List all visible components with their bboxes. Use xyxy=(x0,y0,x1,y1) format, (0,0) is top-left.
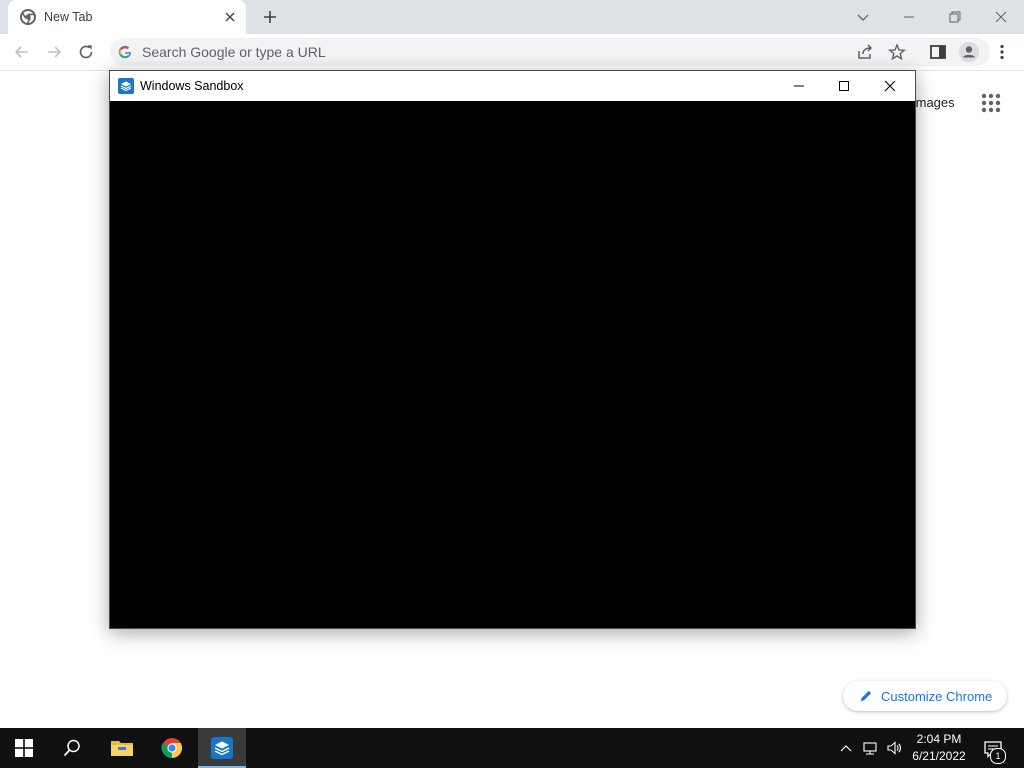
chrome-icon xyxy=(161,738,182,759)
images-link[interactable]: Images xyxy=(912,95,955,110)
file-explorer-icon xyxy=(111,741,133,756)
google-g-icon xyxy=(118,45,132,59)
windows-sandbox-icon xyxy=(118,78,134,94)
omnibox[interactable]: Search Google or type a URL xyxy=(110,38,990,66)
sandbox-content-area[interactable] xyxy=(110,101,915,628)
taskbar-chrome[interactable] xyxy=(148,728,196,768)
system-clock[interactable]: 2:04 PM 6/21/2022 xyxy=(906,731,972,765)
volume-icon[interactable] xyxy=(886,740,902,756)
tab-search-chevron-icon[interactable] xyxy=(852,6,874,28)
close-icon[interactable] xyxy=(879,75,901,97)
bookmark-star-icon[interactable] xyxy=(888,43,906,61)
taskbar-search-button[interactable] xyxy=(48,728,96,768)
pencil-icon xyxy=(859,689,873,703)
network-icon[interactable] xyxy=(862,740,878,756)
google-apps-icon[interactable] xyxy=(980,92,1002,114)
omnibox-placeholder: Search Google or type a URL xyxy=(142,44,326,60)
taskbar-file-explorer[interactable] xyxy=(98,728,146,768)
clock-time: 2:04 PM xyxy=(916,732,962,746)
side-panel-icon[interactable] xyxy=(928,42,948,62)
close-window-icon[interactable] xyxy=(990,6,1012,28)
back-arrow-icon[interactable] xyxy=(12,42,32,62)
minimize-icon[interactable] xyxy=(788,75,810,97)
chrome-icon xyxy=(20,9,36,25)
taskbar: 2:04 PM 6/21/2022 1 xyxy=(0,728,1024,768)
customize-chrome-button[interactable]: Customize Chrome xyxy=(843,681,1007,711)
notification-count-badge: 1 xyxy=(990,748,1006,764)
taskbar-windows-sandbox[interactable] xyxy=(198,728,246,768)
windows-logo-icon xyxy=(15,739,33,757)
new-tab-button[interactable] xyxy=(260,7,280,27)
minimize-icon[interactable] xyxy=(898,6,920,28)
tab-new-tab[interactable]: New Tab xyxy=(8,0,246,34)
search-icon xyxy=(63,739,80,757)
clock-date: 6/21/2022 xyxy=(912,749,966,763)
forward-arrow-icon[interactable] xyxy=(44,42,64,62)
share-icon[interactable] xyxy=(856,43,874,61)
maximize-icon[interactable] xyxy=(833,75,855,97)
sandbox-titlebar[interactable]: Windows Sandbox xyxy=(110,71,915,101)
close-icon[interactable] xyxy=(222,9,238,25)
restore-icon[interactable] xyxy=(944,6,966,28)
kebab-menu-icon[interactable] xyxy=(992,42,1012,62)
windows-sandbox-icon xyxy=(211,737,233,759)
profile-avatar-icon[interactable] xyxy=(958,41,980,63)
customize-chrome-label: Customize Chrome xyxy=(881,689,993,704)
tab-title: New Tab xyxy=(44,10,93,24)
tab-strip: New Tab xyxy=(0,0,1024,34)
reload-icon[interactable] xyxy=(76,42,96,62)
windows-sandbox-window: Windows Sandbox xyxy=(109,70,916,629)
sandbox-window-title: Windows Sandbox xyxy=(140,79,244,93)
start-button[interactable] xyxy=(0,728,48,768)
browser-toolbar: Search Google or type a URL xyxy=(0,34,1024,71)
chevron-up-icon[interactable] xyxy=(838,740,854,756)
